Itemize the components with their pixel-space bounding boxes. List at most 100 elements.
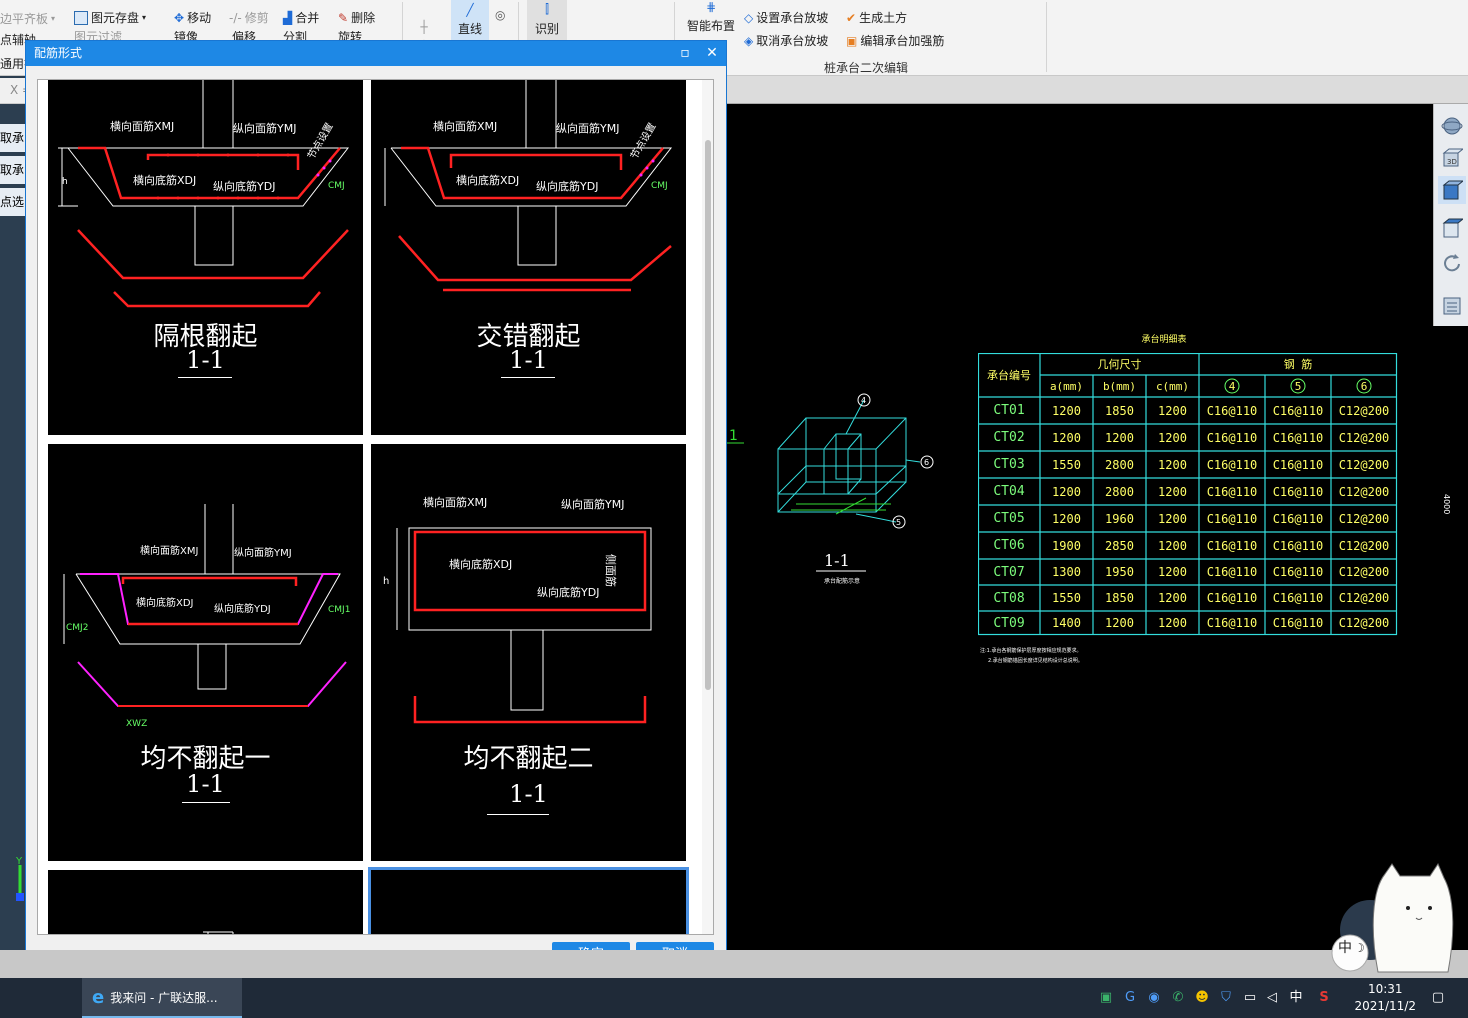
qq-icon[interactable]: ☻ bbox=[1192, 988, 1212, 1008]
sogou-icon[interactable]: S bbox=[1314, 988, 1334, 1008]
tile-4-section: 1-1 bbox=[509, 780, 548, 808]
svg-text:CMJ: CMJ bbox=[328, 181, 345, 191]
layer-settings-icon[interactable] bbox=[1438, 292, 1466, 320]
table-cell: C16@110 bbox=[1206, 457, 1258, 472]
slope-icon: ◇ bbox=[744, 10, 754, 25]
shield-icon[interactable]: ⛉ bbox=[1216, 988, 1236, 1008]
list-scrollbar[interactable] bbox=[702, 80, 713, 934]
scroll-thumb[interactable] bbox=[705, 140, 711, 690]
table-cell: CT07 bbox=[993, 564, 1025, 580]
tray-g-icon[interactable]: G bbox=[1120, 988, 1140, 1008]
edit-rebar-button[interactable]: ▣ 编辑承台加强筋 bbox=[846, 32, 944, 49]
edit-rebar-icon: ▣ bbox=[846, 33, 858, 48]
view-toolbar: 3D bbox=[1433, 104, 1468, 326]
table-header: a(mm) bbox=[1049, 379, 1084, 393]
left-item-1[interactable]: 取承 bbox=[0, 124, 25, 152]
table-cell: C16@110 bbox=[1206, 538, 1258, 553]
table-cell: 1200 bbox=[1105, 616, 1134, 630]
svg-text:横向底筋XDJ: 横向底筋XDJ bbox=[133, 173, 196, 187]
table-cell: CT03 bbox=[993, 457, 1025, 472]
callout-6: 6 bbox=[924, 458, 929, 467]
table-header: 承台编号 bbox=[987, 369, 1031, 382]
cube-front-icon[interactable] bbox=[1438, 176, 1466, 204]
save-icon bbox=[74, 10, 88, 25]
recognize-button[interactable]: ⫿ 识别 bbox=[527, 0, 567, 40]
table-cell: C16@110 bbox=[1206, 511, 1258, 526]
gen-earthwork-button[interactable]: ✔ 生成土方 bbox=[846, 9, 907, 26]
svg-text:横向面筋XMJ: 横向面筋XMJ bbox=[423, 495, 487, 509]
svg-text:横向面筋XMJ: 横向面筋XMJ bbox=[110, 119, 174, 133]
save-element-button[interactable]: 图元存盘 ▾ bbox=[74, 9, 146, 26]
orbit-icon[interactable] bbox=[1438, 112, 1466, 140]
circle-draw-button[interactable]: ◎ bbox=[495, 8, 505, 22]
grid-layout-icon: ⋕ bbox=[705, 0, 717, 14]
move-button[interactable]: ✥ 移动 bbox=[174, 9, 211, 26]
tile-4-name: 均不翻起二 bbox=[463, 744, 594, 774]
tile-1-drawing: 横向面筋XMJ 纵向面筋YMJ 横向底筋XDJ 纵向底筋YDJ CMJ h 节点… bbox=[58, 80, 350, 308]
network-icon[interactable]: ▭ bbox=[1240, 988, 1260, 1008]
cube-top-icon[interactable] bbox=[1438, 214, 1466, 242]
table-cell: 1200 bbox=[1158, 538, 1187, 553]
merge-button[interactable]: ▟ 合并 bbox=[283, 9, 319, 26]
option-tile-5[interactable] bbox=[48, 870, 363, 934]
set-slope-button[interactable]: ◇ 设置承台放坡 bbox=[744, 9, 828, 26]
option-tile-6[interactable] bbox=[368, 867, 689, 934]
cat-widget-icon[interactable]: 中 ☽ bbox=[1330, 860, 1460, 978]
3d-view-icon[interactable]: 3D bbox=[1438, 144, 1466, 172]
line-icon: ╱ bbox=[466, 3, 474, 17]
trim-button[interactable]: -/- 修剪 bbox=[229, 9, 269, 26]
table-cell: 1200 bbox=[1158, 591, 1187, 605]
table-cell: C12@200 bbox=[1338, 591, 1390, 605]
option-tile-no-bent-1[interactable]: 横向面筋XMJ 纵向面筋YMJ 横向底筋XDJ 纵向底筋YDJ CMJ1 CMJ… bbox=[48, 444, 363, 861]
taskbar-clock[interactable]: 10:31 2021/11/2 bbox=[1354, 981, 1416, 1015]
table-cell: C16@110 bbox=[1206, 484, 1258, 499]
line-draw-button[interactable]: ╱ 直线 bbox=[451, 0, 489, 40]
table-cell: 1200 bbox=[1158, 616, 1187, 630]
svg-text:☽: ☽ bbox=[1354, 941, 1365, 955]
cancel-slope-button[interactable]: ◈ 取消承台放坡 bbox=[744, 32, 828, 49]
table-cell: CT06 bbox=[993, 538, 1025, 553]
ime-indicator[interactable]: 中 bbox=[1286, 988, 1306, 1008]
left-item-3[interactable]: 点选 bbox=[0, 188, 25, 216]
volume-mute-icon[interactable]: ◁ bbox=[1262, 988, 1282, 1008]
svg-text:纵向底筋YDJ: 纵向底筋YDJ bbox=[536, 179, 598, 193]
table-cell: 1200 bbox=[1105, 430, 1134, 445]
tray-app-icon[interactable]: ▣ bbox=[1096, 988, 1116, 1008]
table-cell: CT08 bbox=[993, 590, 1025, 606]
option-tile-no-bent-2[interactable]: 横向面筋XMJ 纵向面筋YMJ 横向底筋XDJ 纵向底筋YDJ 侧面筋 h 均不… bbox=[371, 444, 686, 861]
table-cell: 1200 bbox=[1158, 484, 1187, 499]
restore-button[interactable]: ▫ bbox=[672, 41, 698, 66]
widget-ime-text: 中 bbox=[1338, 940, 1352, 956]
table-cell: C16@110 bbox=[1272, 616, 1324, 630]
tile-3-section: 1-1 bbox=[186, 770, 225, 798]
option-tile-staggered-bent[interactable]: 横向面筋XMJ 纵向面筋YMJ 横向底筋XDJ 纵向底筋YDJ CMJ 节点设置… bbox=[371, 80, 686, 435]
table-cell: 1200 bbox=[1158, 430, 1187, 445]
table-cell: 1850 bbox=[1105, 591, 1134, 605]
table-header: 6 bbox=[1360, 379, 1368, 393]
side-dimension-text: 4000 bbox=[1442, 494, 1451, 514]
tray-speed-icon[interactable]: ◉ bbox=[1144, 988, 1164, 1008]
rotate-view-icon[interactable] bbox=[1438, 250, 1466, 278]
margin-mark: 1 bbox=[729, 428, 738, 444]
table-cell: 1200 bbox=[1158, 511, 1187, 526]
table-cell: C12@200 bbox=[1338, 565, 1390, 579]
delete-button[interactable]: ✎ 删除 bbox=[338, 9, 375, 26]
table-cell: CT09 bbox=[993, 615, 1025, 631]
smart-layout-button[interactable]: ⋕ 智能布置 bbox=[687, 0, 735, 34]
taskbar-browser-task[interactable]: e 我来问 - 广联达服... bbox=[82, 978, 242, 1018]
option-tile-alternate-bent[interactable]: 横向面筋XMJ 纵向面筋YMJ 横向底筋XDJ 纵向底筋YDJ CMJ h 节点… bbox=[48, 80, 363, 435]
table-cell: 1550 bbox=[1052, 457, 1081, 472]
left-item-2[interactable]: 取承 bbox=[0, 156, 25, 184]
table-cell: C12@200 bbox=[1338, 484, 1390, 499]
ie-icon: e bbox=[92, 986, 105, 1008]
svg-text:h: h bbox=[62, 177, 68, 187]
status-band bbox=[0, 950, 1468, 978]
table-cell: 1200 bbox=[1158, 565, 1187, 579]
notification-icon[interactable]: ▢ bbox=[1428, 988, 1448, 1008]
table-cell: CT04 bbox=[993, 484, 1025, 499]
wechat-icon[interactable]: ✆ bbox=[1168, 988, 1188, 1008]
table-header: b(mm) bbox=[1102, 379, 1137, 393]
svg-text:纵向底筋YDJ: 纵向底筋YDJ bbox=[537, 585, 599, 599]
close-button[interactable]: ✕ bbox=[699, 41, 725, 66]
ribbon-align-slab[interactable]: 边平齐板 ▾ bbox=[0, 10, 55, 27]
